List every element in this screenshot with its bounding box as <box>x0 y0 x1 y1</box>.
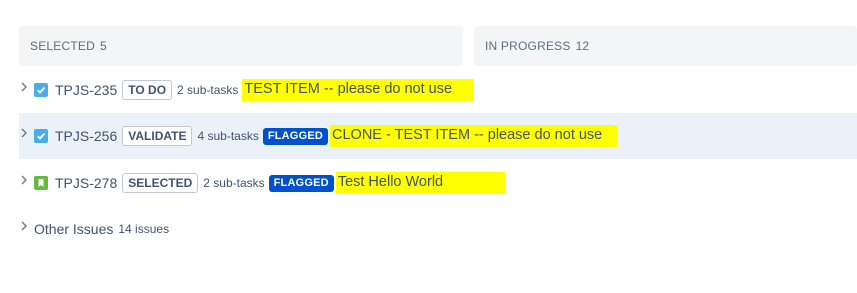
subtask-count: 2 sub-tasks <box>203 176 265 190</box>
flagged-badge: FLAGGED <box>268 174 334 192</box>
issue-summary[interactable]: CLONE - TEST ITEM -- please do not use <box>330 125 618 147</box>
chevron-right-icon[interactable] <box>19 82 29 92</box>
column-count: 12 <box>575 39 590 53</box>
flagged-badge: FLAGGED <box>262 127 329 145</box>
issue-summary[interactable]: Test Hello World <box>335 172 505 194</box>
issue-key-link[interactable]: TPJS-235 <box>55 82 117 98</box>
issue-summary[interactable]: TEST ITEM -- please do not use <box>242 79 475 101</box>
issue-key-link[interactable]: TPJS-278 <box>55 175 117 191</box>
chevron-right-icon[interactable] <box>19 128 29 138</box>
subtask-count: 2 sub-tasks <box>177 83 239 97</box>
column-title: IN PROGRESS <box>485 39 571 53</box>
subtask-count: 4 sub-tasks <box>197 129 259 143</box>
issue-key-link[interactable]: TPJS-256 <box>55 128 117 144</box>
status-lozenge: SELECTED <box>122 173 199 193</box>
chevron-right-icon[interactable] <box>19 221 29 231</box>
column-count: 5 <box>99 39 107 53</box>
column-header-in-progress[interactable]: IN PROGRESS 12 <box>474 26 857 66</box>
column-title: SELECTED <box>30 39 95 53</box>
task-checkbox-icon <box>34 129 48 143</box>
task-checkbox-icon <box>34 83 48 97</box>
status-lozenge: VALIDATE <box>122 126 193 146</box>
other-issues-toggle[interactable]: Other Issues 14 issues <box>19 216 169 242</box>
column-header-selected[interactable]: SELECTED 5 <box>19 26 463 66</box>
other-issues-count: 14 issues <box>118 222 170 236</box>
issue-row[interactable]: TPJS-278 SELECTED 2 sub-tasks FLAGGED Te… <box>19 160 857 206</box>
board: SELECTED 5 IN PROGRESS 12 TPJS-235 TO DO… <box>0 0 857 293</box>
chevron-right-icon[interactable] <box>19 175 29 185</box>
story-bookmark-icon <box>34 176 48 190</box>
issue-row[interactable]: TPJS-256 VALIDATE 4 sub-tasks FLAGGED CL… <box>19 113 857 159</box>
other-issues-label: Other Issues <box>34 221 114 237</box>
issue-row[interactable]: TPJS-235 TO DO 2 sub-tasks TEST ITEM -- … <box>19 67 857 113</box>
status-lozenge: TO DO <box>122 80 173 100</box>
